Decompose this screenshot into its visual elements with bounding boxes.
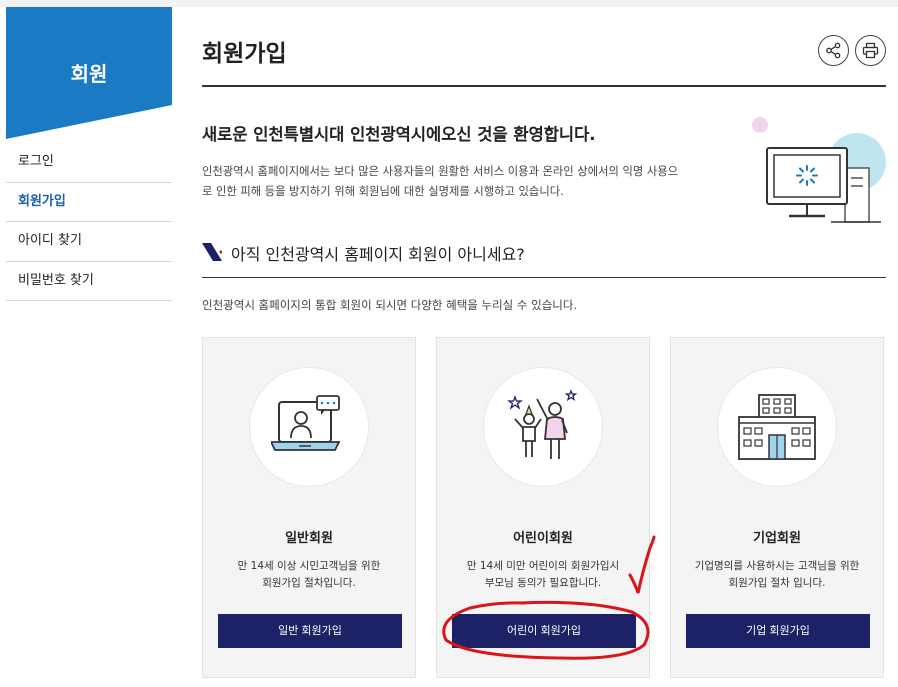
sidebar-item-find-id[interactable]: 아이디 찾기 [6, 222, 172, 262]
print-icon [862, 42, 879, 59]
print-button[interactable] [855, 35, 886, 66]
title-divider [202, 85, 886, 87]
card-title: 일반회원 [285, 531, 333, 546]
card-icon-circle [717, 367, 837, 487]
top-strip [0, 0, 898, 7]
welcome-description: 인천광역시 홈페이지에서는 보다 많은 사용자들의 원활한 서비스 이용과 온라… [202, 162, 742, 202]
section-divider [202, 277, 886, 278]
card-desc-line-2: 회원가입 절차입니다. [262, 577, 356, 589]
sidebar-title: 회원 [70, 62, 108, 86]
welcome-heading: 새로운 인천특별시대 인천광역시에오신 것을 환영합니다. [202, 125, 596, 144]
section-title: 아직 인천광역시 홈페이지 회원이 아니세요? [231, 245, 525, 264]
children-icon [506, 389, 578, 459]
section-description: 인천광역시 홈페이지의 통합 회원이 되시면 다양한 혜택을 누리실 수 있습니… [202, 298, 578, 312]
general-signup-button[interactable]: 일반 회원가입 [218, 614, 402, 648]
sidebar-menu: 로그인 회원가입 아이디 찾기 비밀번호 찾기 [6, 143, 172, 301]
card-description: 만 14세 이상 시민고객님을 위한 회원가입 절차입니다. [203, 558, 415, 592]
card-icon-circle [483, 367, 603, 487]
computer-illustration [752, 117, 886, 223]
child-signup-button[interactable]: 어린이 회원가입 [452, 614, 636, 648]
sidebar-item-find-password[interactable]: 비밀번호 찾기 [6, 262, 172, 301]
sidebar-item-login[interactable]: 로그인 [6, 143, 172, 183]
building-icon [738, 394, 816, 460]
welcome-line-1: 인천광역시 홈페이지에서는 보다 많은 사용자들의 원활한 서비스 이용과 온라… [202, 165, 679, 178]
card-desc-line-1: 기업명의를 사용하시는 고객님을 위한 [694, 560, 860, 572]
card-desc-line-2: 부모님 동의가 필요합니다. [484, 577, 602, 589]
card-desc-line-1: 만 14세 미만 어린이의 회원가입시 [466, 560, 620, 572]
card-description: 기업명의를 사용하시는 고객님을 위한 회원가입 절차 입니다. [671, 558, 883, 592]
sidebar-header: 회원 [6, 7, 172, 139]
card-icon-circle [249, 367, 369, 487]
business-signup-button[interactable]: 기업 회원가입 [686, 614, 870, 648]
card-description: 만 14세 미만 어린이의 회원가입시 부모님 동의가 필요합니다. [437, 558, 649, 592]
share-button[interactable] [818, 35, 849, 66]
page-title: 회원가입 [202, 41, 287, 67]
card-business-member: 기업회원 기업명의를 사용하시는 고객님을 위한 회원가입 절차 입니다. 기업… [670, 337, 884, 678]
welcome-line-2: 로 인한 피해 등을 방지하기 위해 회원님에 대한 실명제를 시행하고 있습니… [202, 185, 564, 198]
sidebar: 회원 로그인 회원가입 아이디 찾기 비밀번호 찾기 [6, 7, 172, 301]
section-mark-icon [202, 243, 222, 261]
share-icon [826, 42, 841, 59]
card-title: 기업회원 [753, 531, 801, 546]
card-child-member: 어린이회원 만 14세 미만 어린이의 회원가입시 부모님 동의가 필요합니다.… [436, 337, 650, 678]
card-title: 어린이회원 [513, 531, 573, 546]
card-general-member: 일반회원 만 14세 이상 시민고객님을 위한 회원가입 절차입니다. 일반 회… [202, 337, 416, 678]
card-desc-line-2: 회원가입 절차 입니다. [728, 577, 826, 589]
sidebar-item-signup[interactable]: 회원가입 [6, 183, 172, 222]
laptop-chat-icon [271, 395, 341, 451]
card-desc-line-1: 만 14세 이상 시민고객님을 위한 [237, 560, 381, 572]
